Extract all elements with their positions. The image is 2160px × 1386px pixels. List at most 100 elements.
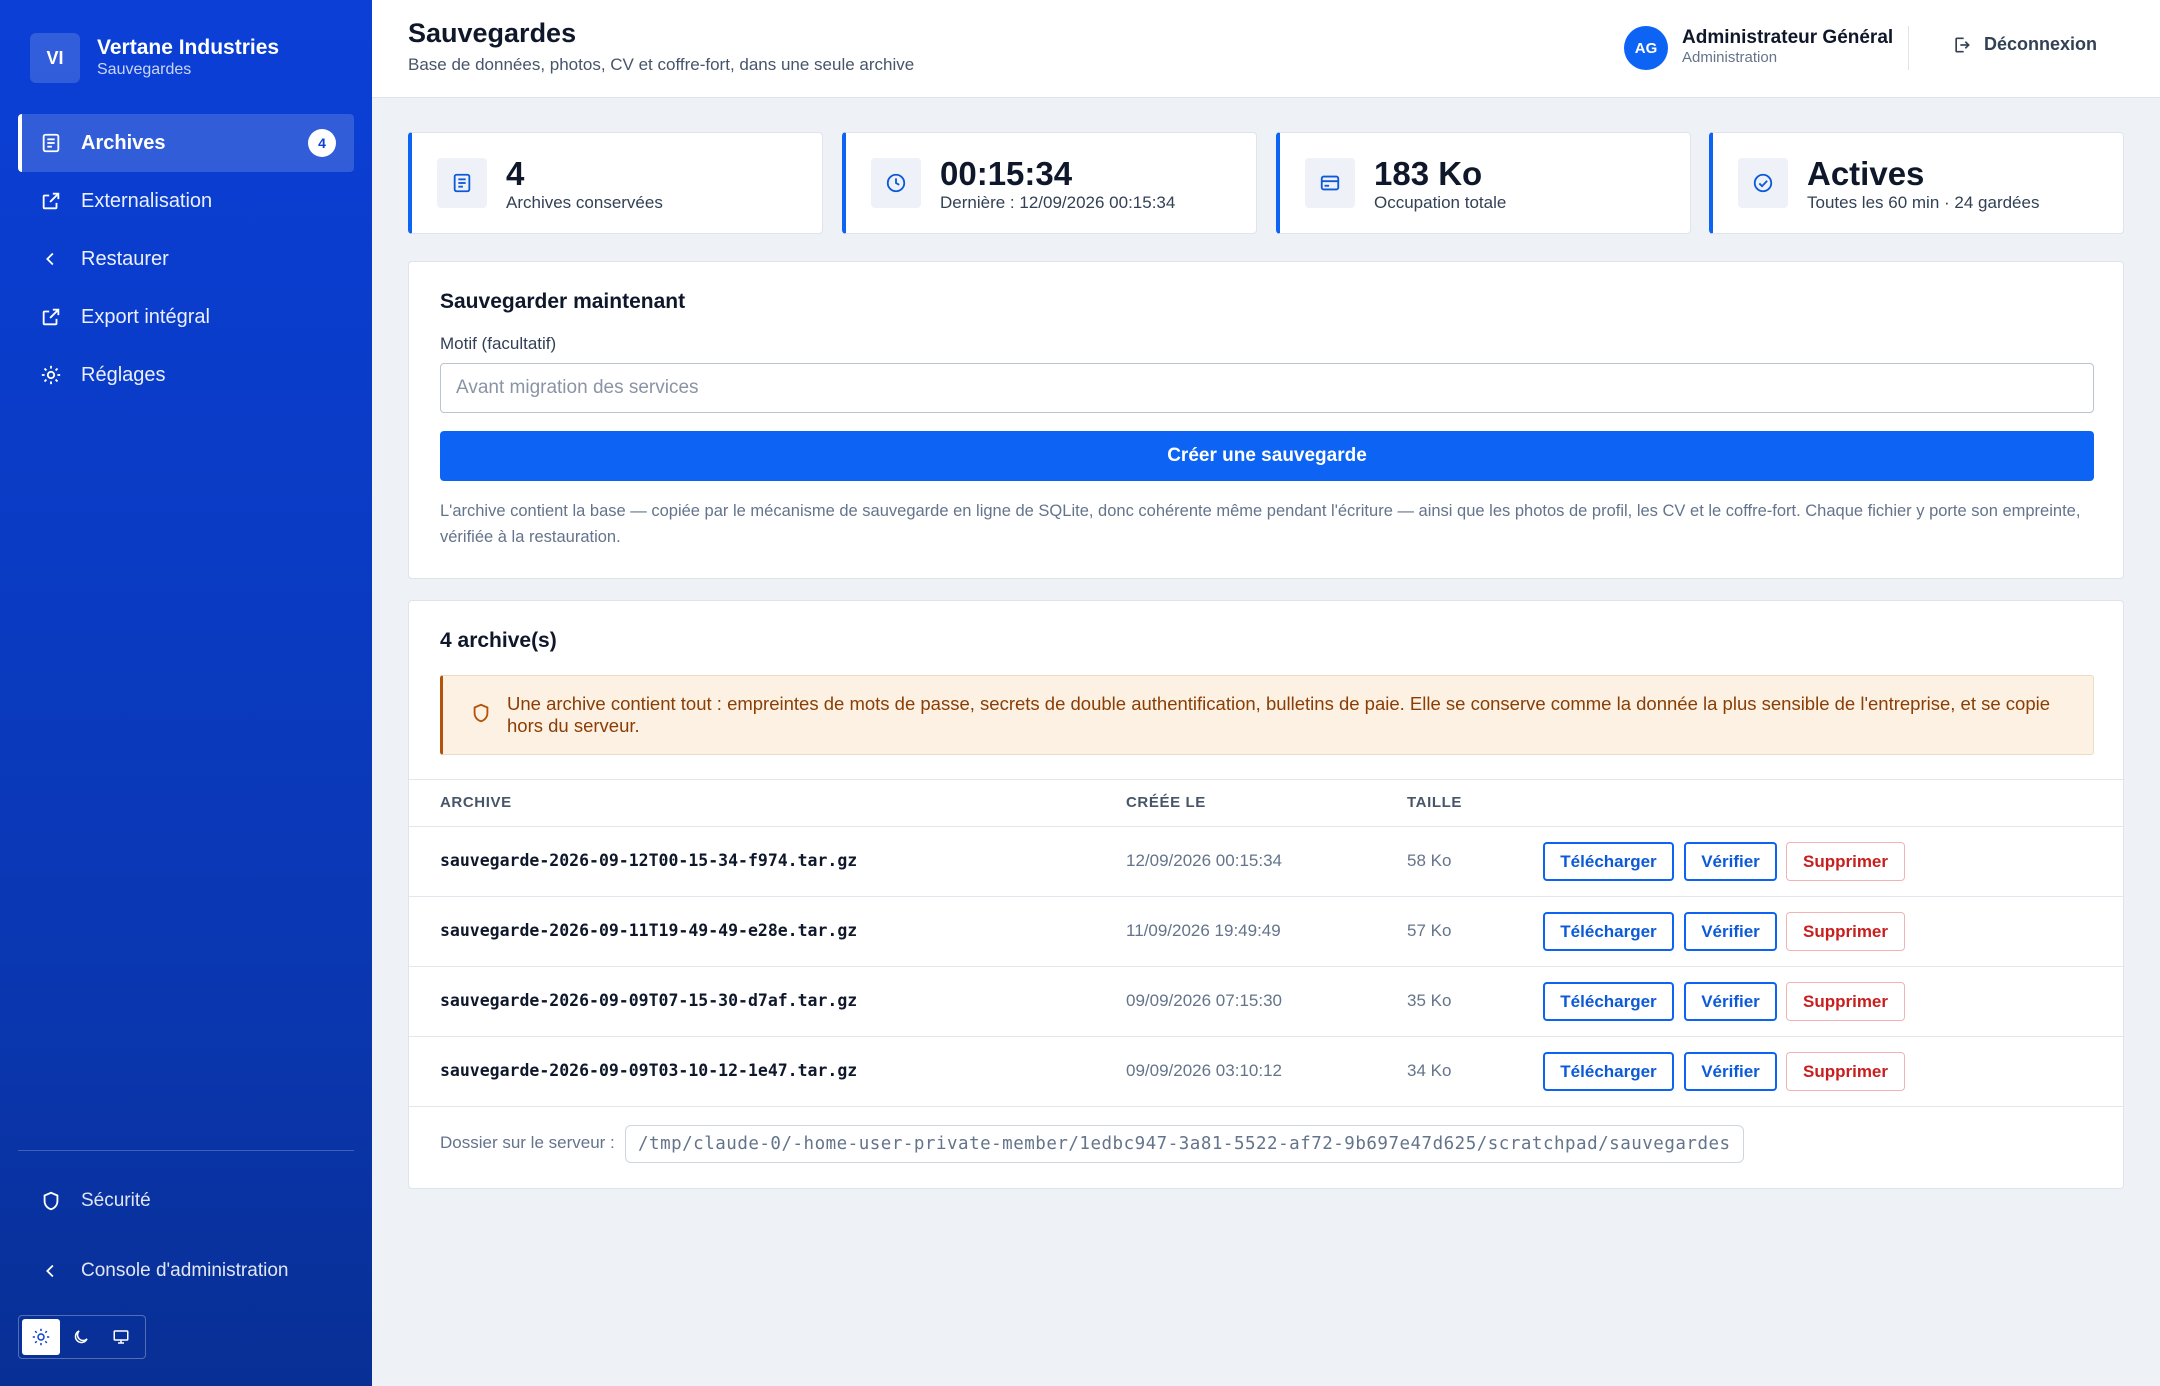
archive-name: sauvegarde-2026-09-09T03-10-12-1e47.tar.…	[440, 1061, 858, 1080]
delete-button[interactable]: Supprimer	[1786, 912, 1905, 951]
folder-label: Dossier sur le serveur :	[440, 1133, 615, 1152]
sidebar-bottom-console: Console d'administration	[18, 1242, 354, 1300]
delete-button[interactable]: Supprimer	[1786, 842, 1905, 881]
verify-button[interactable]: Vérifier	[1684, 842, 1777, 881]
stat-value: Actives	[1807, 155, 1925, 192]
archives-count-title: 4 archive(s)	[440, 629, 557, 652]
sidebar-divider	[18, 1150, 354, 1151]
sidebar-item-securite[interactable]: Sécurité	[18, 1172, 354, 1230]
stat-card-storage: 183 Ko Occupation totale	[1276, 132, 1691, 234]
download-button[interactable]: Télécharger	[1543, 842, 1674, 881]
create-backup-card: Sauvegarder maintenant Motif (facultatif…	[408, 261, 2124, 579]
external-link-icon	[40, 306, 62, 328]
page-title: Sauvegardes	[408, 18, 577, 48]
stat-label: Dernière : 12/09/2026 00:15:34	[940, 193, 1176, 212]
document-icon	[40, 132, 62, 154]
column-header: ARCHIVE	[440, 794, 512, 811]
archive-date: 09/09/2026 03:10:12	[1126, 1061, 1282, 1080]
stat-label: Toutes les 60 min · 24 gardées	[1807, 193, 2040, 212]
external-link-icon	[40, 190, 62, 212]
security-warning: Une archive contient tout : empreintes d…	[440, 675, 2094, 755]
sidebar-item-label: Archives	[81, 131, 166, 154]
backup-note: L'archive contient la base — copiée par …	[440, 502, 2081, 546]
archive-size: 58 Ko	[1407, 851, 1452, 870]
user-name: Administrateur Général	[1682, 27, 1894, 48]
delete-button[interactable]: Supprimer	[1786, 1052, 1905, 1091]
sidebar-item-label: Restaurer	[81, 247, 169, 270]
avatar[interactable]: AG	[1624, 26, 1668, 70]
verify-button[interactable]: Vérifier	[1684, 1052, 1777, 1091]
delete-button[interactable]: Supprimer	[1786, 982, 1905, 1021]
sidebar-bottom: Sécurité	[18, 1172, 354, 1230]
stat-card-archives: 4 Archives conservées	[408, 132, 823, 234]
logout-button[interactable]: Déconnexion	[1952, 34, 2097, 55]
gear-icon	[40, 364, 62, 386]
warning-text: Une archive contient tout : empreintes d…	[507, 693, 2051, 736]
theme-light-button[interactable]	[22, 1319, 60, 1355]
brand-name: Vertane Industries	[97, 36, 280, 59]
download-button[interactable]: Télécharger	[1543, 982, 1674, 1021]
sidebar-item-reglages[interactable]: Réglages	[18, 346, 354, 404]
stat-value: 00:15:34	[940, 155, 1073, 192]
table-row: sauvegarde-2026-09-09T03-10-12-1e47.tar.…	[409, 1037, 2123, 1107]
shield-icon	[473, 703, 489, 723]
page-subtitle: Base de données, photos, CV et coffre-fo…	[408, 55, 915, 74]
clock-icon	[871, 158, 921, 208]
top-header: Sauvegardes Base de données, photos, CV …	[372, 0, 2160, 98]
chevron-left-icon	[40, 1260, 62, 1282]
shield-icon	[40, 1190, 62, 1212]
theme-system-button[interactable]	[102, 1319, 140, 1355]
archive-name: sauvegarde-2026-09-09T07-15-30-d7af.tar.…	[440, 991, 858, 1010]
brand: VI Vertane Industries Sauvegardes	[30, 33, 279, 83]
sidebar-item-archives[interactable]: Archives 4	[18, 114, 354, 172]
brand-text: Vertane Industries Sauvegardes	[97, 36, 279, 80]
stat-label: Occupation totale	[1374, 193, 1507, 212]
sidebar: VI Vertane Industries Sauvegardes Archiv…	[0, 0, 372, 1386]
archive-size: 34 Ko	[1407, 1061, 1452, 1080]
count-badge: 4	[308, 129, 336, 157]
logout-icon	[1955, 37, 1970, 52]
sidebar-item-label: Export intégral	[81, 305, 210, 328]
table-header: ARCHIVE CRÉÉE LE TAILLE	[409, 779, 2123, 827]
create-backup-button[interactable]: Créer une sauvegarde	[440, 431, 2094, 481]
archive-date: 11/09/2026 19:49:49	[1126, 921, 1281, 940]
sidebar-item-label: Sécurité	[81, 1190, 151, 1211]
brand-subtitle: Sauvegardes	[97, 61, 192, 78]
verify-button[interactable]: Vérifier	[1684, 982, 1777, 1021]
sidebar-nav: Archives 4 Externalisation Restaurer Exp…	[18, 114, 354, 404]
theme-switch	[18, 1315, 146, 1359]
user-role: Administration	[1682, 49, 1778, 66]
sidebar-item-externalisation[interactable]: Externalisation	[18, 172, 354, 230]
sidebar-item-label: Externalisation	[81, 189, 213, 212]
archive-size: 35 Ko	[1407, 991, 1452, 1010]
sidebar-item-label: Réglages	[81, 363, 166, 386]
verify-button[interactable]: Vérifier	[1684, 912, 1777, 951]
stat-card-schedule: Actives Toutes les 60 min · 24 gardées	[1709, 132, 2124, 234]
download-button[interactable]: Télécharger	[1543, 1052, 1674, 1091]
archive-date: 09/09/2026 07:15:30	[1126, 991, 1282, 1010]
theme-dark-button[interactable]	[62, 1319, 100, 1355]
stat-label: Archives conservées	[506, 193, 663, 212]
folder-path[interactable]: /tmp/claude-0/-home-user-private-member/…	[625, 1125, 1744, 1163]
sidebar-item-restaurer[interactable]: Restaurer	[18, 230, 354, 288]
chevron-left-icon	[40, 248, 62, 270]
table-row: sauvegarde-2026-09-11T19-49-49-e28e.tar.…	[409, 897, 2123, 967]
sidebar-item-export[interactable]: Export intégral	[18, 288, 354, 346]
download-button[interactable]: Télécharger	[1543, 912, 1674, 951]
sun-icon	[32, 1328, 50, 1346]
document-icon	[437, 158, 487, 208]
header-divider	[1908, 26, 1909, 70]
stat-value: 183 Ko	[1374, 155, 1483, 192]
sidebar-item-console[interactable]: Console d'administration	[18, 1242, 354, 1300]
reason-input[interactable]	[440, 363, 2094, 413]
column-header: TAILLE	[1407, 794, 1462, 811]
moon-icon	[74, 1330, 88, 1344]
card-title: Sauvegarder maintenant	[440, 290, 686, 313]
table-row: sauvegarde-2026-09-12T00-15-34-f974.tar.…	[409, 827, 2123, 897]
archive-date: 12/09/2026 00:15:34	[1126, 851, 1282, 870]
reason-label: Motif (facultatif)	[440, 334, 557, 353]
logout-label: Déconnexion	[1984, 34, 2098, 54]
sidebar-item-label: Console d'administration	[81, 1260, 289, 1281]
archive-name: sauvegarde-2026-09-12T00-15-34-f974.tar.…	[440, 851, 858, 870]
monitor-icon	[113, 1330, 129, 1344]
